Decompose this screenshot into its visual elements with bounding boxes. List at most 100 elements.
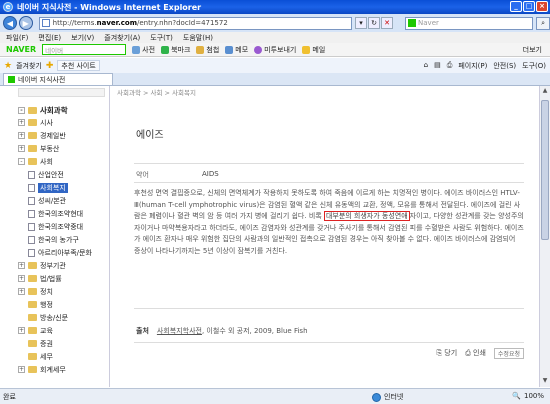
sidebar-item-label: 시사 [40,118,53,127]
menu-favorites[interactable]: 즐겨찾기(A) [104,33,140,43]
menu-edit[interactable]: 편집(E) [38,33,61,43]
toolbar-me2day[interactable]: 미투보내기 [254,45,296,55]
toolbar-clip[interactable]: 첨첩 [196,45,219,55]
menu-tools[interactable]: 도구(T) [150,33,173,43]
sidebar-item[interactable]: 성씨/본관 [8,194,109,207]
sidebar-item[interactable]: + 부동산 [8,142,109,155]
url-domain: naver.com [96,19,137,27]
sidebar-item[interactable]: 한국의조약중대 [8,220,109,233]
expand-toggle-icon[interactable]: + [18,132,25,139]
sidebar-item[interactable]: + 법/법률 [8,272,109,285]
sidebar-item-label: 한국의조약중대 [38,222,84,231]
expand-toggle-icon[interactable]: + [18,327,25,334]
search-go-button[interactable]: ⌕ [536,16,550,30]
home-icon[interactable]: ⌂ [424,61,428,71]
dropdown-icon[interactable]: ▾ [355,17,368,29]
toolbar-memo[interactable]: 메모 [225,45,248,55]
page-menu[interactable]: 페이지(P) [458,61,487,71]
safety-menu[interactable]: 안전(S) [493,61,516,71]
toolbar-bookmark[interactable]: 북마크 [161,45,190,55]
favorites-bar: ★ 즐겨찾기 ✚ 추천 사이트 ⌂ ▤ ⎙ 페이지(P) 안전(S) 도구(O) [0,58,550,73]
refresh-icon[interactable]: ↻ [368,17,381,29]
sidebar-item[interactable]: 아르리아부족/문화 [8,246,109,259]
expand-toggle-icon[interactable]: + [18,262,25,269]
toolbar-mail[interactable]: 메일 [302,45,325,55]
feeds-icon[interactable]: ▤ [434,61,441,71]
menu-help[interactable]: 도움말(H) [183,33,213,43]
sidebar-top-bar [18,88,105,97]
naver-toolbar: NAVER 네이버 사전 북마크 첨첩 메모 미투보내기 메일 더보기 [0,43,550,57]
sidebar-item-label: 교육 [40,326,53,335]
forward-button[interactable]: ▶ [18,16,33,30]
favorites-button[interactable]: 즐겨찾기 [16,61,42,71]
document-icon [28,196,35,205]
suggested-sites-button[interactable]: 추천 사이트 [57,60,100,71]
scroll-thumb[interactable] [541,100,549,240]
toolbar-more[interactable]: 더보기 [523,45,542,55]
browser-viewport: - 사회과학 + 시사 + 경제일반 + 부동산 - 사회 산업안전 사회복지 성씨/본관 한국의조약… [0,86,550,387]
scroll-up-icon[interactable]: ▲ [541,87,549,96]
minimize-button[interactable]: _ [510,1,522,12]
scroll-down-icon[interactable]: ▼ [541,377,549,386]
source-link[interactable]: 사회복지학사전 [157,327,202,335]
expand-toggle-icon[interactable]: + [18,275,25,282]
address-bar[interactable]: http://terms. naver.com/entry.nhn?docId=4… [38,16,353,30]
toolbar-dictionary[interactable]: 사전 [132,45,155,55]
expand-toggle-icon[interactable]: + [18,145,25,152]
sidebar-item[interactable]: + 정치 [8,285,109,298]
clip-button[interactable]: ⎘ 당기 [436,348,457,359]
sidebar-item[interactable]: 한국의 농가구 [8,233,109,246]
zoom-level: 100% [523,392,544,400]
folder-icon [28,158,37,165]
sidebar-item-label: 증권 [40,339,53,348]
sidebar-item[interactable]: 사회복지 [8,181,109,194]
sidebar-item[interactable]: + 시사 [8,116,109,129]
sidebar-item[interactable]: - 사회 [8,155,109,168]
tools-menu[interactable]: 도구(O) [522,61,546,71]
sidebar-item[interactable]: 방송/신문 [8,311,109,324]
sidebar-item[interactable]: + 교육 [8,324,109,337]
sidebar-item[interactable]: 증권 [8,337,109,350]
folder-icon [28,353,37,360]
collapse-toggle-icon[interactable]: - [18,158,25,165]
highlighted-text: 대부분의 희생자가 동성연애 [323,211,410,221]
status-text: 완료 [3,392,16,401]
folder-icon [28,288,37,295]
close-button[interactable]: × [536,1,548,12]
edit-request-button[interactable]: 수정요청 [493,348,524,359]
sidebar-item-label: 회계세무 [40,365,66,374]
expand-toggle-icon[interactable]: + [18,366,25,373]
sidebar-item[interactable]: + 경제일반 [8,129,109,142]
sidebar-item[interactable]: + 정부기관 [8,259,109,272]
sidebar-item[interactable]: + 회계세무 [8,363,109,376]
collapse-toggle-icon[interactable]: - [18,106,25,114]
stop-icon[interactable]: ✕ [381,17,394,29]
vertical-scrollbar[interactable]: ▲ ▼ [539,86,550,387]
sidebar-item[interactable]: 산업안전 [8,168,109,181]
add-favorite-icon[interactable]: ✚ [46,61,54,71]
sidebar-item-label: 법/법률 [40,274,62,283]
sidebar-item[interactable]: 행정 [8,298,109,311]
tab-naver-icon [8,76,15,83]
naver-logo[interactable]: NAVER [6,45,36,54]
maximize-button[interactable]: □ [523,1,535,12]
sidebar-item-list: + 시사 + 경제일반 + 부동산 - 사회 산업안전 사회복지 성씨/본관 한국의조약현대한국의조약… [8,116,109,376]
naver-toolbar-search[interactable]: 네이버 [42,44,127,55]
back-button[interactable]: ◀ [3,16,17,30]
browser-search-input[interactable]: Naver [405,16,534,30]
print-icon[interactable]: ⎙ [447,61,453,71]
folder-icon [28,340,37,347]
print-button[interactable]: ⎙ 인쇄 [465,348,486,359]
security-zone[interactable]: 인터넷 [372,392,403,402]
menu-file[interactable]: 파일(F) [6,33,28,43]
zoom-control[interactable]: 🔍 100% [512,392,544,400]
breadcrumb[interactable]: 사회과학 > 사회 > 사회복지 [117,87,196,97]
sidebar-root-category[interactable]: - 사회과학 [18,104,109,116]
expand-toggle-icon[interactable]: + [18,288,25,295]
menu-view[interactable]: 보기(V) [71,33,94,43]
tab-naver-dictionary[interactable]: 네이버 지식사전 [3,73,113,85]
sidebar-item[interactable]: 한국의조약현대 [8,207,109,220]
expand-toggle-icon[interactable]: + [18,119,25,126]
sidebar-item-label: 사회복지 [38,182,68,193]
sidebar-item[interactable]: 세무 [8,350,109,363]
